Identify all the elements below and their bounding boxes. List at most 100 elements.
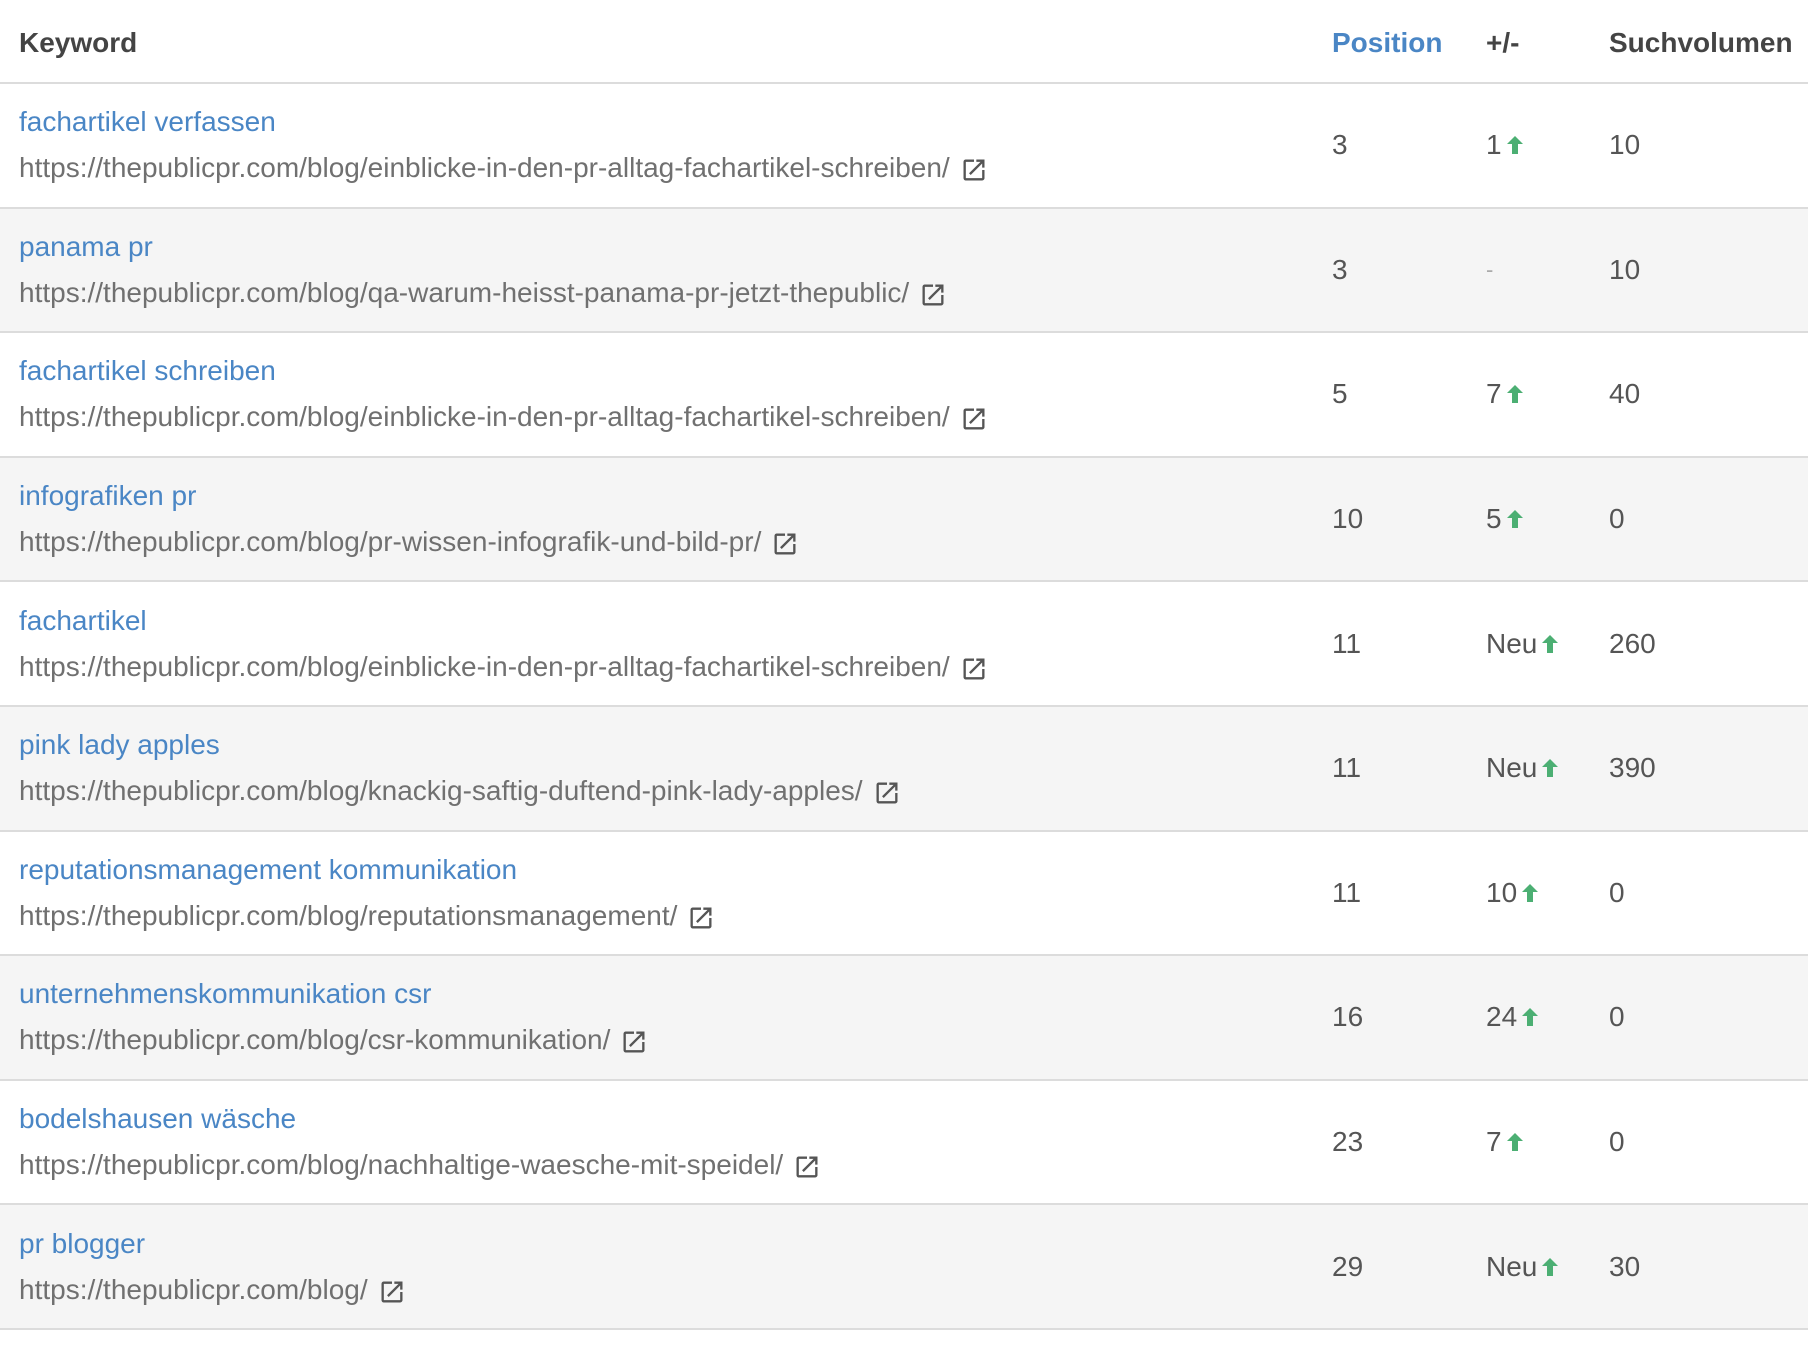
header-volume[interactable]: Suchvolumen [1609, 27, 1808, 59]
change-value: Neu [1486, 627, 1538, 659]
arrow-up-icon [1522, 883, 1539, 902]
position-cell: 3 [1332, 253, 1348, 285]
keyword-cell: reputationsmanagement kommunikation http… [0, 853, 1332, 933]
keyword-link[interactable]: infografiken pr [19, 479, 1332, 513]
header-keyword[interactable]: Keyword [0, 27, 1332, 59]
table-header: Keyword Position +/- Suchvolumen [0, 0, 1808, 84]
volume-cell: 30 [1609, 1250, 1641, 1282]
keyword-link[interactable]: bodelshausen wäsche [19, 1102, 1332, 1136]
position-cell: 16 [1332, 1001, 1364, 1033]
change-cell: - [1486, 257, 1609, 283]
volume-cell: 0 [1609, 503, 1625, 535]
keyword-link[interactable]: pink lady apples [19, 728, 1332, 762]
change-value: 10 [1486, 876, 1518, 908]
keyword-link[interactable]: panama pr [19, 230, 1332, 264]
change-cell: 1 [1486, 129, 1609, 161]
keyword-link[interactable]: reputationsmanagement kommunikation [19, 853, 1332, 887]
keyword-cell: fachartikel https://thepublicpr.com/blog… [0, 604, 1332, 684]
volume-cell: 40 [1609, 378, 1641, 410]
table-row: fachartikel verfassen https://thepublicp… [0, 84, 1808, 209]
page-url: https://thepublicpr.com/blog/einblicke-i… [19, 401, 950, 433]
url-line: https://thepublicpr.com/blog/pr-wissen-i… [19, 525, 1332, 559]
arrow-up-icon [1506, 385, 1523, 404]
volume-cell: 10 [1609, 253, 1641, 285]
page-url: https://thepublicpr.com/blog/nachhaltige… [19, 1149, 784, 1181]
position-cell: 29 [1332, 1250, 1364, 1282]
external-link-icon[interactable] [793, 1153, 821, 1181]
keyword-link[interactable]: unternehmenskommunikation csr [19, 977, 1332, 1011]
change-cell: 10 [1486, 877, 1609, 909]
change-cell: 7 [1486, 1126, 1609, 1158]
change-value: - [1486, 256, 1494, 282]
keyword-cell: pink lady apples https://thepublicpr.com… [0, 728, 1332, 808]
table-row: reputationsmanagement kommunikation http… [0, 832, 1808, 957]
table-row: pink lady apples https://thepublicpr.com… [0, 706, 1808, 832]
page-url: https://thepublicpr.com/blog/ [19, 1273, 368, 1305]
table-row: panama pr https://thepublicpr.com/blog/q… [0, 208, 1808, 334]
keyword-link[interactable]: fachartikel [19, 604, 1332, 638]
arrow-up-icon [1506, 1133, 1523, 1152]
keyword-cell: unternehmenskommunikation csr https://th… [0, 977, 1332, 1057]
table-body: fachartikel verfassen https://thepublicp… [0, 84, 1808, 1330]
arrow-up-icon [1542, 1257, 1559, 1276]
change-value: 24 [1486, 1001, 1518, 1033]
external-link-icon[interactable] [919, 281, 947, 309]
external-link-icon[interactable] [687, 904, 715, 932]
change-value: 1 [1486, 129, 1502, 161]
keyword-cell: infografiken pr https://thepublicpr.com/… [0, 479, 1332, 559]
page-url: https://thepublicpr.com/blog/pr-wissen-i… [19, 526, 762, 558]
volume-cell: 390 [1609, 752, 1656, 784]
arrow-up-icon [1522, 1008, 1539, 1027]
change-cell: 5 [1486, 503, 1609, 535]
url-line: https://thepublicpr.com/blog/reputations… [19, 899, 1332, 933]
change-value: Neu [1486, 752, 1538, 784]
position-cell: 10 [1332, 503, 1364, 535]
keyword-link[interactable]: fachartikel verfassen [19, 105, 1332, 139]
url-line: https://thepublicpr.com/blog/ [19, 1273, 1332, 1307]
url-line: https://thepublicpr.com/blog/einblicke-i… [19, 650, 1332, 684]
page-url: https://thepublicpr.com/blog/qa-warum-he… [19, 276, 910, 308]
external-link-icon[interactable] [873, 779, 901, 807]
change-value: 5 [1486, 503, 1502, 535]
url-line: https://thepublicpr.com/blog/csr-kommuni… [19, 1023, 1332, 1057]
url-line: https://thepublicpr.com/blog/einblicke-i… [19, 400, 1332, 434]
keyword-cell: fachartikel schreiben https://thepublicp… [0, 354, 1332, 434]
url-line: https://thepublicpr.com/blog/einblicke-i… [19, 151, 1332, 185]
url-line: https://thepublicpr.com/blog/knackig-saf… [19, 774, 1332, 808]
volume-cell: 0 [1609, 876, 1625, 908]
change-value: Neu [1486, 1250, 1538, 1282]
external-link-icon[interactable] [378, 1278, 406, 1306]
table-row: fachartikel https://thepublicpr.com/blog… [0, 582, 1808, 707]
keyword-cell: fachartikel verfassen https://thepublicp… [0, 105, 1332, 185]
position-cell: 3 [1332, 129, 1348, 161]
header-position[interactable]: Position [1332, 27, 1486, 59]
keyword-cell: bodelshausen wäsche https://thepublicpr.… [0, 1102, 1332, 1182]
table-row: pr blogger https://thepublicpr.com/blog/… [0, 1205, 1808, 1330]
external-link-icon[interactable] [960, 405, 988, 433]
external-link-icon[interactable] [771, 530, 799, 558]
external-link-icon[interactable] [620, 1028, 648, 1056]
volume-cell: 0 [1609, 1126, 1625, 1158]
volume-cell: 10 [1609, 129, 1641, 161]
keyword-cell: pr blogger https://thepublicpr.com/blog/ [0, 1227, 1332, 1307]
keyword-ranking-table: Keyword Position +/- Suchvolumen fachart… [0, 0, 1808, 1330]
table-row: unternehmenskommunikation csr https://th… [0, 956, 1808, 1081]
external-link-icon[interactable] [960, 156, 988, 184]
change-value: 7 [1486, 1126, 1502, 1158]
keyword-link[interactable]: pr blogger [19, 1227, 1332, 1261]
change-cell: 7 [1486, 378, 1609, 410]
position-cell: 23 [1332, 1126, 1364, 1158]
keyword-link[interactable]: fachartikel schreiben [19, 354, 1332, 388]
header-change[interactable]: +/- [1486, 27, 1609, 59]
table-row: bodelshausen wäsche https://thepublicpr.… [0, 1081, 1808, 1206]
page-url: https://thepublicpr.com/blog/einblicke-i… [19, 650, 950, 682]
arrow-up-icon [1542, 759, 1559, 778]
volume-cell: 0 [1609, 1001, 1625, 1033]
external-link-icon[interactable] [960, 655, 988, 683]
position-cell: 11 [1332, 627, 1362, 659]
arrow-up-icon [1542, 634, 1559, 653]
page-url: https://thepublicpr.com/blog/einblicke-i… [19, 152, 950, 184]
arrow-up-icon [1506, 136, 1523, 155]
volume-cell: 260 [1609, 627, 1656, 659]
keyword-cell: panama pr https://thepublicpr.com/blog/q… [0, 230, 1332, 310]
